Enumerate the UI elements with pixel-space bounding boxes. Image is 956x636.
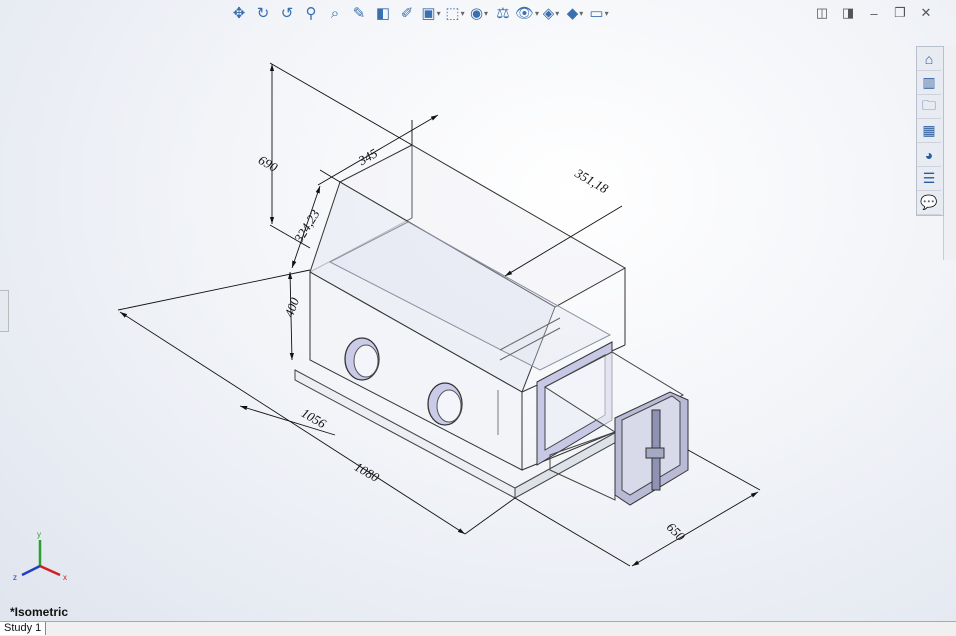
axis-x-label: x (63, 573, 67, 582)
dim-slope: 324,23 (290, 206, 322, 246)
reference-triad: y x z (13, 530, 67, 582)
tab-study-1[interactable]: Study 1 (0, 622, 47, 635)
axis-y-label: y (37, 530, 41, 539)
graphics-area[interactable]: 690 345 324,23 351,18 400 1056 1080 650 … (0, 0, 956, 620)
dim-lid: 351,18 (572, 165, 612, 197)
dim-length: 1080 (352, 459, 382, 485)
dim-width: 650 (664, 519, 689, 544)
study-tab-bar: Study 1 (0, 621, 956, 636)
dim-height: 690 (256, 152, 281, 175)
axis-z-label: z (13, 573, 17, 582)
view-orientation-label: *Isometric (10, 605, 69, 619)
glovebox-model[interactable] (294, 144, 689, 506)
dim-base-height: 400 (281, 295, 302, 319)
dim-inner-length: 1056 (299, 405, 329, 431)
